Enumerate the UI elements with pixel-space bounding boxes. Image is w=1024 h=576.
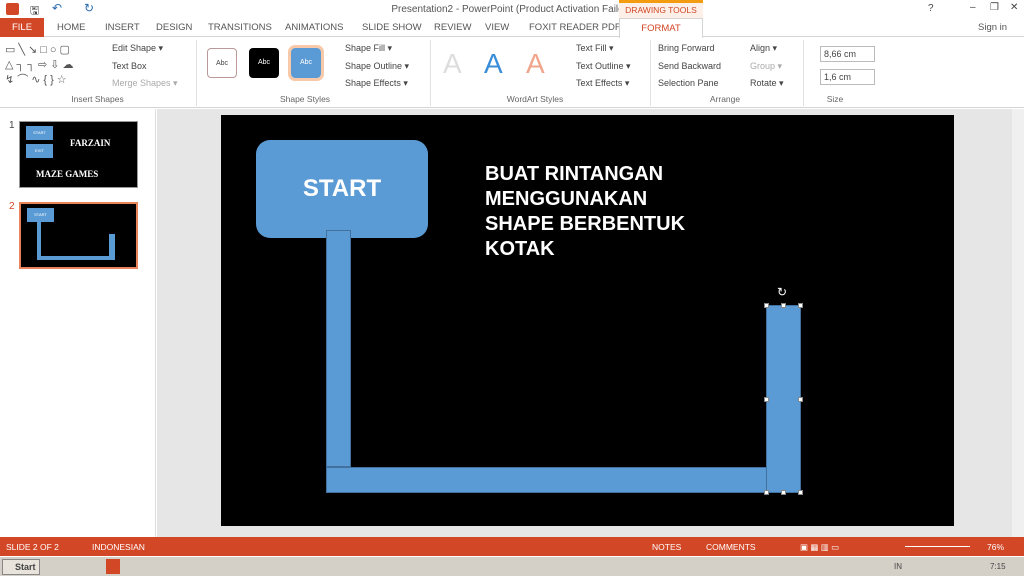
help-button[interactable]: ? (928, 3, 934, 14)
notes-button[interactable]: NOTES (652, 542, 681, 552)
edit-shape-button[interactable]: Edit Shape ▾ (112, 43, 163, 54)
tab-view[interactable]: VIEW (485, 22, 509, 33)
language-indicator[interactable]: INDONESIAN (92, 542, 145, 552)
text-fill-button[interactable]: Text Fill ▾ (576, 43, 614, 54)
ribbon-tabs: HOME INSERT DESIGN TRANSITIONS ANIMATION… (0, 18, 1024, 37)
sign-in-link[interactable]: Sign in (978, 22, 1007, 33)
selected-rectangle-shape[interactable] (766, 305, 801, 493)
tab-foxit[interactable]: FOXIT READER PDF (529, 22, 621, 33)
size-group-label: Size (826, 94, 844, 104)
language-tray[interactable]: IN (894, 562, 902, 571)
tab-home[interactable]: HOME (57, 22, 86, 33)
bring-forward-button[interactable]: Bring Forward (658, 43, 715, 53)
shape-styles-group-label: Shape Styles (279, 94, 331, 104)
text-box-button[interactable]: Text Box (112, 61, 147, 71)
taskbar: Start IN 7:15 (0, 556, 1024, 576)
tab-animations[interactable]: ANIMATIONS (285, 22, 343, 33)
slide-indicator: SLIDE 2 OF 2 (6, 542, 59, 552)
arrange-group-label: Arrange (709, 94, 741, 104)
shape-style-white[interactable]: Abc (207, 48, 237, 78)
tab-review[interactable]: REVIEW (434, 22, 471, 33)
view-buttons-icon[interactable]: ▣ ▦ ▥ ▭ (800, 542, 839, 553)
slide-text-box[interactable]: BUAT RINTANGAN MENGGUNAKAN SHAPE BERBENT… (485, 162, 685, 262)
window-title: Presentation2 - PowerPoint (Product Acti… (391, 4, 633, 15)
group-button[interactable]: Group ▾ (750, 61, 782, 72)
thumb-start: START (26, 126, 53, 140)
align-button[interactable]: Align ▾ (750, 43, 777, 54)
slide-editor[interactable]: START ↻ BUAT RINTANGAN MENGGUNAKAN SHAPE… (221, 115, 954, 526)
selection-pane-button[interactable]: Selection Pane (658, 78, 719, 88)
wordart-group-label: WordArt Styles (506, 94, 564, 104)
rotate-handle-icon[interactable]: ↻ (777, 285, 787, 299)
slide-thumbnail-1[interactable]: START EXIT FARZAIN MAZE GAMES (19, 121, 138, 188)
text-outline-button[interactable]: Text Outline ▾ (576, 61, 631, 72)
rotate-button[interactable]: Rotate ▾ (750, 78, 784, 89)
slide-thumbnail-2[interactable]: START (19, 202, 138, 269)
shape-style-black[interactable]: Abc (249, 48, 279, 78)
clock: 7:15 (990, 562, 1006, 571)
shape-style-blue[interactable]: Abc (288, 45, 324, 81)
slide-thumbnails-pane: 1 START EXIT FARZAIN MAZE GAMES 2 START (0, 109, 156, 537)
start-button[interactable]: Start (2, 559, 40, 575)
wordart-orange[interactable]: A (526, 48, 545, 80)
slide-number: 2 (9, 201, 15, 212)
start-shape[interactable]: START (256, 140, 428, 238)
close-button[interactable]: ✕ (1010, 2, 1018, 13)
comments-button[interactable]: COMMENTS (706, 542, 756, 552)
vertical-scrollbar[interactable] (1012, 109, 1024, 537)
shape-height-input[interactable]: 8,66 cm (820, 46, 875, 62)
maze-horizontal-bar[interactable] (326, 467, 801, 493)
thumb-title: FARZAIN (70, 138, 111, 148)
powerpoint-taskbar-icon[interactable] (106, 559, 120, 574)
shape-effects-button[interactable]: Shape Effects ▾ (345, 78, 408, 89)
thumb-exit: EXIT (26, 144, 53, 158)
zoom-slider[interactable] (905, 546, 970, 547)
text-effects-button[interactable]: Text Effects ▾ (576, 78, 629, 89)
shape-width-input[interactable]: 1,6 cm (820, 69, 875, 85)
minimize-button[interactable]: – (970, 2, 976, 13)
drawing-tools-context-label: DRAWING TOOLS (619, 0, 703, 18)
tab-design[interactable]: DESIGN (156, 22, 192, 33)
shape-fill-button[interactable]: Shape Fill ▾ (345, 43, 392, 54)
wordart-plain[interactable]: A (443, 48, 462, 80)
merge-shapes-button[interactable]: Merge Shapes ▾ (112, 78, 178, 89)
wordart-blue[interactable]: A (484, 48, 503, 80)
tab-transitions[interactable]: TRANSITIONS (208, 22, 272, 33)
tab-slide-show[interactable]: SLIDE SHOW (362, 22, 422, 33)
title-bar: 🖫 ↶ ↻ Presentation2 - PowerPoint (Produc… (0, 0, 1024, 18)
tab-insert[interactable]: INSERT (105, 22, 140, 33)
send-backward-button[interactable]: Send Backward (658, 61, 721, 71)
tab-format[interactable]: FORMAT (619, 18, 703, 38)
thumb-subtitle: MAZE GAMES (36, 169, 99, 179)
tab-file[interactable]: FILE (0, 18, 44, 37)
zoom-level[interactable]: 76% (987, 542, 1004, 552)
shapes-gallery[interactable]: ▭╲↘□○▢ △┐┐⇨⇩☁ ↯⌒∿{}☆ (5, 43, 101, 89)
slide-number: 1 (9, 120, 15, 131)
maze-vertical-bar[interactable] (326, 230, 351, 467)
status-bar: SLIDE 2 OF 2 INDONESIAN NOTES COMMENTS ▣… (0, 537, 1024, 556)
restore-button[interactable]: ❐ (990, 2, 999, 13)
shape-outline-button[interactable]: Shape Outline ▾ (345, 61, 409, 72)
insert-shapes-group-label: Insert Shapes (71, 94, 124, 104)
